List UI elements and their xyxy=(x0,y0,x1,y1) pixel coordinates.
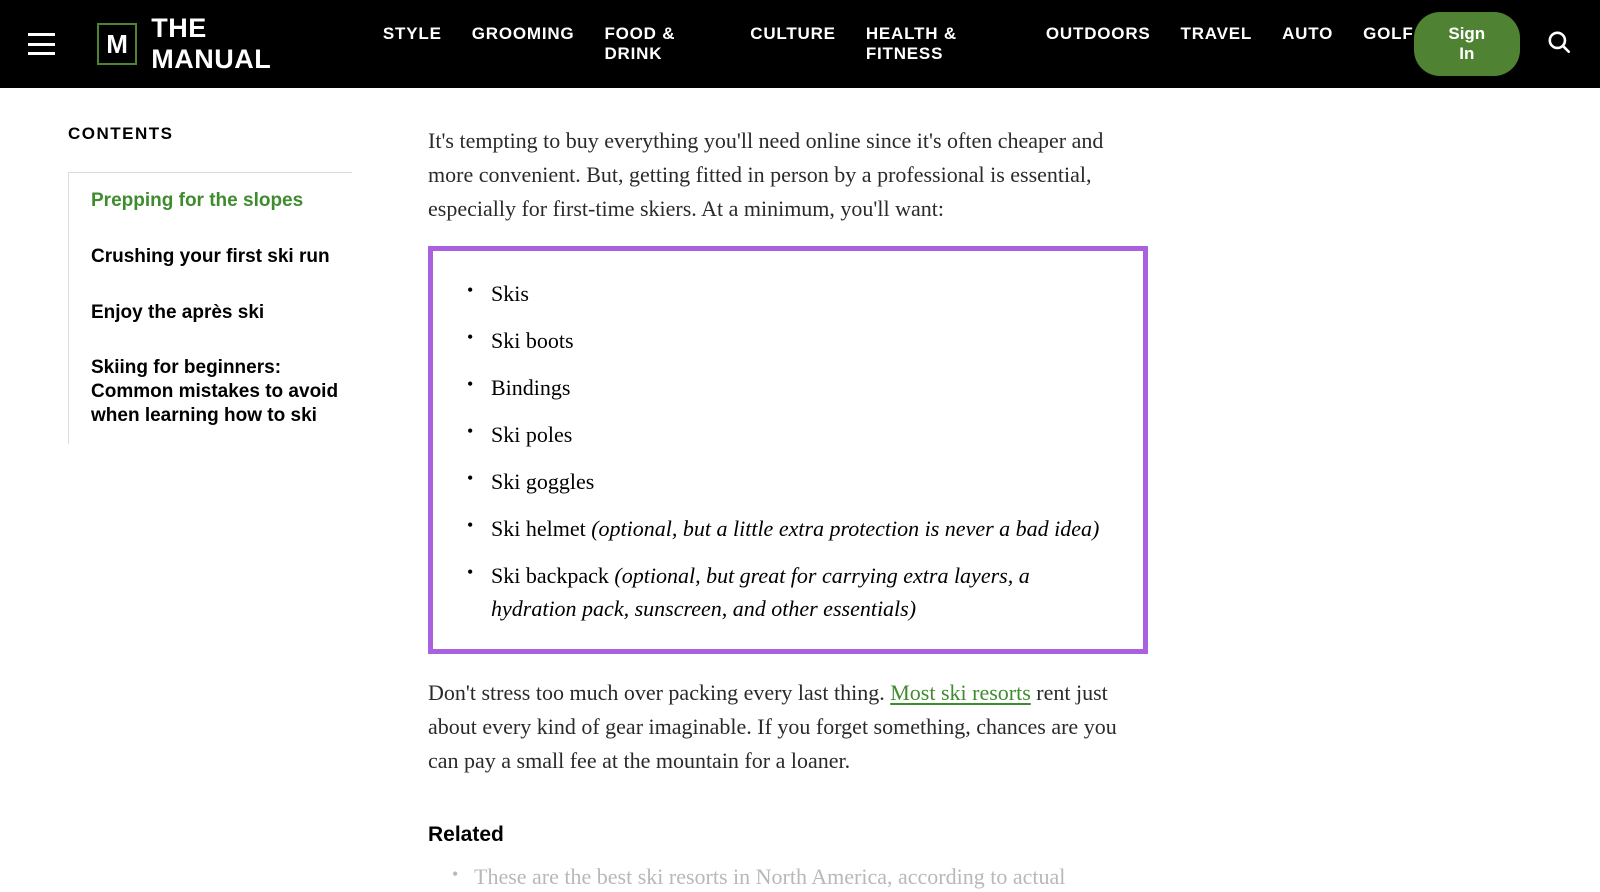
menu-icon[interactable] xyxy=(28,33,55,55)
gear-label: Bindings xyxy=(491,375,570,400)
follow-up-paragraph: Don't stress too much over packing every… xyxy=(428,676,1148,778)
signin-button[interactable]: Sign In xyxy=(1414,12,1520,76)
gear-note: (optional, but a little extra protection… xyxy=(591,516,1099,541)
contents-heading: CONTENTS xyxy=(68,124,352,144)
link-ski-resorts[interactable]: Most ski resorts xyxy=(890,680,1031,705)
toc-item-apres[interactable]: Enjoy the après ski xyxy=(69,285,352,341)
list-item: Ski boots xyxy=(457,324,1119,357)
toc-item-crushing[interactable]: Crushing your first ski run xyxy=(69,229,352,285)
contents-list: Prepping for the slopes Crushing your fi… xyxy=(68,172,352,444)
primary-nav: STYLE GROOMING FOOD & DRINK CULTURE HEAL… xyxy=(383,24,1414,64)
intro-paragraph: It's tempting to buy everything you'll n… xyxy=(428,124,1148,226)
brand-logo[interactable]: M THE MANUAL xyxy=(97,13,327,75)
nav-auto[interactable]: AUTO xyxy=(1282,24,1333,64)
brand-mark-icon: M xyxy=(97,23,137,65)
list-item: Skis xyxy=(457,277,1119,310)
gear-label: Ski boots xyxy=(491,328,574,353)
contents-sidebar: CONTENTS Prepping for the slopes Crushin… xyxy=(0,124,352,892)
related-list: These are the best ski resorts in North … xyxy=(428,861,1148,892)
site-header: M THE MANUAL STYLE GROOMING FOOD & DRINK… xyxy=(0,0,1600,88)
list-item: Ski poles xyxy=(457,418,1119,451)
gear-label: Skis xyxy=(491,281,529,306)
nav-food-drink[interactable]: FOOD & DRINK xyxy=(604,24,720,64)
article-body: It's tempting to buy everything you'll n… xyxy=(428,124,1148,892)
toc-item-prepping[interactable]: Prepping for the slopes xyxy=(69,173,352,229)
list-item: Ski helmet (optional, but a little extra… xyxy=(457,512,1119,545)
nav-outdoors[interactable]: OUTDOORS xyxy=(1046,24,1151,64)
gear-list-box: Skis Ski boots Bindings Ski poles Ski go… xyxy=(428,246,1148,654)
gear-label: Ski goggles xyxy=(491,469,594,494)
list-item: Bindings xyxy=(457,371,1119,404)
toc-item-mistakes[interactable]: Skiing for beginners: Common mistakes to… xyxy=(69,340,352,443)
nav-grooming[interactable]: GROOMING xyxy=(472,24,575,64)
gear-list: Skis Ski boots Bindings Ski poles Ski go… xyxy=(457,277,1119,625)
list-item: Ski goggles xyxy=(457,465,1119,498)
related-item[interactable]: These are the best ski resorts in North … xyxy=(428,861,1148,892)
list-item: Ski backpack (optional, but great for ca… xyxy=(457,559,1119,625)
related-heading: Related xyxy=(428,823,1148,847)
nav-style[interactable]: STYLE xyxy=(383,24,442,64)
gear-label: Ski poles xyxy=(491,422,572,447)
search-icon[interactable] xyxy=(1546,29,1572,60)
nav-golf[interactable]: GOLF xyxy=(1363,24,1413,64)
para-text: Don't stress too much over packing every… xyxy=(428,680,890,705)
gear-label: Ski backpack xyxy=(491,563,614,588)
gear-label: Ski helmet xyxy=(491,516,591,541)
nav-culture[interactable]: CULTURE xyxy=(750,24,836,64)
brand-wordmark: THE MANUAL xyxy=(151,13,327,75)
nav-travel[interactable]: TRAVEL xyxy=(1181,24,1253,64)
nav-health-fitness[interactable]: HEALTH & FITNESS xyxy=(866,24,1016,64)
